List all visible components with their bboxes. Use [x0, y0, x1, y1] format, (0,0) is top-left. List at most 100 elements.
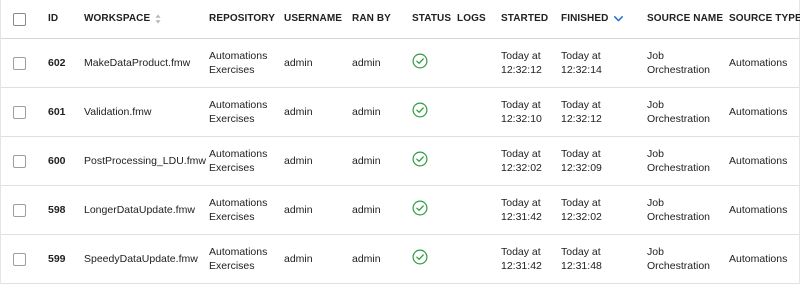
row-checkbox[interactable]: [13, 154, 26, 168]
source-type: Automations: [729, 204, 788, 216]
finished-time: 12:32:09: [561, 162, 602, 174]
ran-by: admin: [352, 204, 381, 216]
finished-cell: Today at 12:32:14: [561, 39, 602, 87]
username: admin: [284, 253, 313, 265]
workspace-cell: PostProcessing_LDU.fmw: [84, 137, 206, 185]
row-checkbox[interactable]: [13, 56, 26, 70]
column-header-workspace[interactable]: WORKSPACE: [84, 0, 161, 38]
check-circle-icon: [412, 151, 428, 171]
repository-cell: Automations Exercises: [209, 88, 267, 136]
check-circle-icon: [412, 249, 428, 269]
username: admin: [284, 155, 313, 167]
ran-by: admin: [352, 57, 381, 69]
finished-day: Today at: [561, 246, 601, 258]
started-time: 12:31:42: [501, 260, 542, 272]
username: admin: [284, 204, 313, 216]
started-time: 12:31:42: [501, 211, 542, 223]
job-id-cell: 602: [48, 39, 66, 87]
row-select-cell: [13, 88, 29, 136]
status-cell: [412, 88, 428, 136]
started-cell: Today at 12:32:10: [501, 88, 542, 136]
column-header-source-type[interactable]: SOURCE TYPE: [729, 0, 800, 38]
column-header-status-label: STATUS: [412, 13, 452, 24]
job-id: 599: [48, 253, 66, 265]
column-header-username[interactable]: USERNAME: [284, 0, 342, 38]
started-day: Today at: [501, 246, 541, 258]
source-name-line-1: Job: [647, 99, 664, 111]
source-type-cell: Automations: [729, 39, 787, 87]
row-select-cell: [13, 186, 29, 234]
finished-time: 12:32:02: [561, 211, 602, 223]
table-row[interactable]: 598 LongerDataUpdate.fmw Automations Exerci…: [1, 186, 799, 235]
column-header-started[interactable]: STARTED: [501, 0, 548, 38]
source-name-line-1: Job: [647, 50, 664, 62]
source-type: Automations: [729, 57, 788, 69]
workspace-name: PostProcessing_LDU.fmw: [84, 155, 206, 167]
select-all-checkbox[interactable]: [13, 12, 26, 26]
repository-line-1: Automations: [209, 197, 268, 209]
row-checkbox[interactable]: [13, 252, 26, 266]
column-header-status[interactable]: STATUS: [412, 0, 451, 38]
source-name-line-1: Job: [647, 246, 664, 258]
started-day: Today at: [501, 50, 541, 62]
started-cell: Today at 12:31:42: [501, 186, 542, 234]
source-type: Automations: [729, 155, 788, 167]
started-time: 12:32:02: [501, 162, 542, 174]
ran-by: admin: [352, 106, 381, 118]
status-cell: [412, 235, 428, 283]
column-header-source-name-label: SOURCE NAME: [647, 13, 724, 24]
table-row[interactable]: 602 MakeDataProduct.fmw Automations Exercis…: [1, 39, 799, 88]
table-header-row: ID WORKSPACE REPOSITORY USERNAME RAN BY …: [1, 0, 800, 39]
check-circle-icon: [412, 200, 428, 220]
job-id-cell: 601: [48, 88, 66, 136]
sort-descending-chevron-icon[interactable]: [614, 16, 624, 22]
repository-line-1: Automations: [209, 246, 268, 258]
finished-time: 12:32:12: [561, 113, 602, 125]
row-checkbox[interactable]: [13, 105, 26, 119]
source-name-line-1: Job: [647, 148, 664, 160]
workspace-cell: LongerDataUpdate.fmw: [84, 186, 195, 234]
started-cell: Today at 12:32:02: [501, 137, 542, 185]
source-type-cell: Automations: [729, 186, 787, 234]
finished-time: 12:31:48: [561, 260, 602, 272]
job-id: 601: [48, 106, 66, 118]
table-row[interactable]: 599 SpeedyDataUpdate.fmw Automations Exerci…: [1, 235, 799, 284]
column-header-ran-by[interactable]: RAN BY: [352, 0, 391, 38]
column-header-id[interactable]: ID: [48, 0, 58, 38]
sort-unsorted-icon[interactable]: [155, 14, 161, 24]
job-id: 598: [48, 204, 66, 216]
column-header-repository[interactable]: REPOSITORY: [209, 0, 275, 38]
ran-by-cell: admin: [352, 39, 381, 87]
workspace-name: SpeedyDataUpdate.fmw: [84, 253, 198, 265]
table-row[interactable]: 601 Validation.fmw Automations Exercises adm…: [1, 88, 799, 137]
started-time: 12:32:12: [501, 64, 542, 76]
repository-line-2: Exercises: [209, 211, 255, 223]
source-name-cell: Job Orchestration: [647, 137, 710, 185]
column-header-finished-label: FINISHED: [561, 13, 609, 24]
repository-cell: Automations Exercises: [209, 235, 267, 283]
row-checkbox[interactable]: [13, 203, 26, 217]
row-select-cell: [13, 39, 29, 87]
finished-time: 12:32:14: [561, 64, 602, 76]
ran-by-cell: admin: [352, 88, 381, 136]
job-id: 602: [48, 57, 66, 69]
job-history-table: ID WORKSPACE REPOSITORY USERNAME RAN BY …: [0, 0, 800, 284]
column-header-started-label: STARTED: [501, 13, 549, 24]
column-header-source-type-label: SOURCE TYPE: [729, 13, 800, 24]
repository-line-2: Exercises: [209, 64, 255, 76]
username-cell: admin: [284, 39, 313, 87]
repository-cell: Automations Exercises: [209, 186, 267, 234]
column-header-finished[interactable]: FINISHED: [561, 0, 624, 38]
repository-line-2: Exercises: [209, 162, 255, 174]
finished-day: Today at: [561, 50, 601, 62]
workspace-cell: SpeedyDataUpdate.fmw: [84, 235, 198, 283]
source-name-line-2: Orchestration: [647, 260, 711, 272]
started-time: 12:32:10: [501, 113, 542, 125]
column-header-logs[interactable]: LOGS: [457, 0, 486, 38]
finished-cell: Today at 12:32:09: [561, 137, 602, 185]
table-row[interactable]: 600 PostProcessing_LDU.fmw Automations Exer…: [1, 137, 799, 186]
column-header-source-name[interactable]: SOURCE NAME: [647, 0, 723, 38]
source-type-cell: Automations: [729, 235, 787, 283]
workspace-cell: Validation.fmw: [84, 88, 152, 136]
finished-day: Today at: [561, 197, 601, 209]
